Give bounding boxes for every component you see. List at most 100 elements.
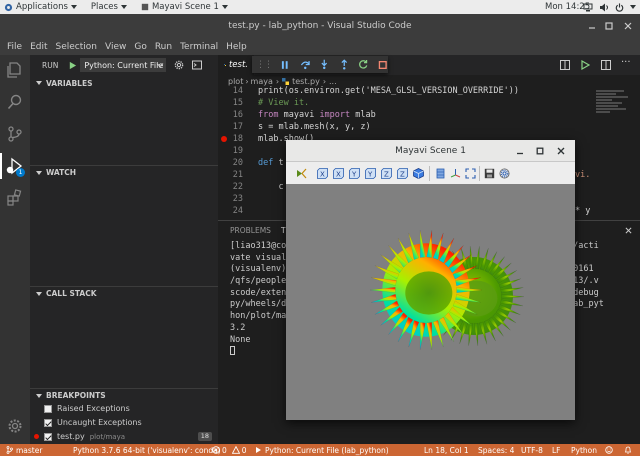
desktop: Applications Places Mayavi Scene 1 Mon 1… [0,0,640,456]
mayavi-logo-icon[interactable] [296,168,307,179]
toolbar-separator [479,166,480,181]
view-z-plus-icon[interactable]: Z [381,168,392,179]
minimize-button[interactable] [588,14,596,38]
mayavi-scene-view[interactable] [286,184,575,420]
debug-console-icon[interactable] [192,60,203,70]
indentation-status[interactable]: Spaces: 4 [478,444,514,456]
step-into-icon[interactable] [319,59,329,70]
code-text: print(os.environ.get('MESA_GLSL_VERSION_… [258,86,519,96]
configure-scene-icon[interactable] [499,168,510,179]
menu-go[interactable]: Go [130,42,150,52]
tab-terminal[interactable]: T [281,226,286,235]
run-file-icon[interactable] [580,60,590,70]
system-tray[interactable] [583,0,636,14]
minimize-icon[interactable] [516,147,524,155]
toggle-axes-icon[interactable] [450,168,461,179]
split-editor-right-icon[interactable] [601,60,611,70]
view-y-plus-icon[interactable]: Y [349,168,360,179]
cursor-position-status[interactable]: Ln 18, Col 1 [424,444,469,456]
mayavi-title-bar[interactable]: Mayavi Scene 1 [286,140,575,162]
gear-icon[interactable] [174,60,184,70]
debug-config-status[interactable]: Python: Current File (lab_python) [254,444,389,456]
pause-icon[interactable] [280,60,290,70]
source-control-icon[interactable] [6,125,24,143]
menu-help[interactable]: Help [222,42,251,52]
drag-handle-icon[interactable]: ⋮⋮ [256,60,273,70]
search-icon[interactable] [6,93,24,111]
full-screen-icon[interactable] [465,168,476,179]
places-menu[interactable]: Places [87,0,131,14]
breakpoint-item[interactable]: test.py plot/maya 18 [30,430,218,443]
language-status[interactable]: Python [571,444,597,456]
parallel-projection-icon[interactable] [435,168,446,179]
maximize-icon[interactable] [536,147,544,155]
code-comment: # View it. [258,98,310,108]
notifications-status[interactable] [624,444,632,456]
tab-problems[interactable]: PROBLEMS [230,226,271,235]
code-text: from mayavi import mlab [246,110,376,120]
breakpoint-item[interactable]: Uncaught Exceptions [30,416,218,429]
launch-config-select[interactable]: Python: Current File [80,58,167,72]
close-panel-icon[interactable] [625,227,632,234]
uncaught-exceptions-checkbox[interactable] [44,418,52,427]
close-window-button[interactable] [624,14,632,38]
chevron-down-icon [36,393,42,398]
start-debugging-icon[interactable] [68,61,77,70]
minimap[interactable] [594,88,630,128]
python-interpreter-status[interactable]: Python 3.7.6 64-bit ('visualenv': conda) [73,444,221,456]
line-number: 20 [232,158,243,168]
menu-view[interactable]: View [101,42,130,52]
call-stack-section[interactable]: CALL STACK [30,286,218,300]
raised-exceptions-checkbox[interactable] [44,404,52,413]
line-number: 14 [232,86,243,96]
breakpoints-section[interactable]: BREAKPOINTS [30,388,218,402]
menu-terminal[interactable]: Terminal [176,42,222,52]
restart-icon[interactable] [358,59,368,70]
step-out-icon[interactable] [339,59,349,70]
menu-run[interactable]: Run [151,42,176,52]
breakpoint-item[interactable]: Raised Exceptions [30,402,218,415]
mayavi-toolbar: X X Y Y Z Z [286,162,575,184]
menu-selection[interactable]: Selection [52,42,101,52]
chevron-down-icon[interactable] [156,61,164,69]
code-text: * y [575,206,591,216]
more-actions-icon[interactable]: ··· [621,57,631,68]
encoding-status[interactable]: UTF-8 [521,444,543,456]
menu-edit[interactable]: Edit [26,42,51,52]
isometric-view-icon[interactable] [413,168,424,179]
tab-test-py[interactable]: test. [218,55,254,75]
git-branch-status[interactable]: master [6,444,42,456]
code-text: t [273,158,284,168]
window-title: test.py - lab_python - Visual Studio Cod… [228,21,412,31]
stop-icon[interactable] [378,60,388,70]
view-y-minus-icon[interactable]: Y [365,168,376,179]
mayavi-title: Mayavi Scene 1 [395,145,466,156]
axis-label: X [336,171,341,179]
breakpoint-dot-icon[interactable] [221,136,227,142]
active-window-menu[interactable]: Mayavi Scene 1 [137,0,232,14]
explorer-icon[interactable] [6,61,24,79]
variables-section[interactable]: VARIABLES [30,76,218,90]
axis-label: Z [400,171,405,179]
test-py-breakpoint-checkbox[interactable] [44,432,52,441]
gnome-top-bar: Applications Places Mayavi Scene 1 Mon 1… [0,0,640,14]
places-label: Places [90,2,118,12]
menu-file[interactable]: File [3,42,26,52]
view-x-minus-icon[interactable]: X [333,168,344,179]
applications-menu[interactable]: Applications [0,0,81,14]
applications-label: Applications [16,2,68,12]
extensions-icon[interactable] [6,189,24,207]
close-icon[interactable] [557,147,565,155]
split-editor-icon[interactable] [560,60,570,70]
view-z-minus-icon[interactable]: Z [397,168,408,179]
step-over-icon[interactable] [300,59,310,70]
line-number: 23 [232,194,243,204]
maximize-button[interactable] [605,14,613,38]
eol-status[interactable]: LF [552,444,561,456]
view-x-plus-icon[interactable]: X [317,168,328,179]
problems-status[interactable]: 0 0 [212,444,247,456]
feedback-status[interactable] [605,444,613,456]
settings-gear-icon[interactable] [6,417,24,435]
save-icon[interactable] [484,168,495,179]
watch-section[interactable]: WATCH [30,165,218,179]
